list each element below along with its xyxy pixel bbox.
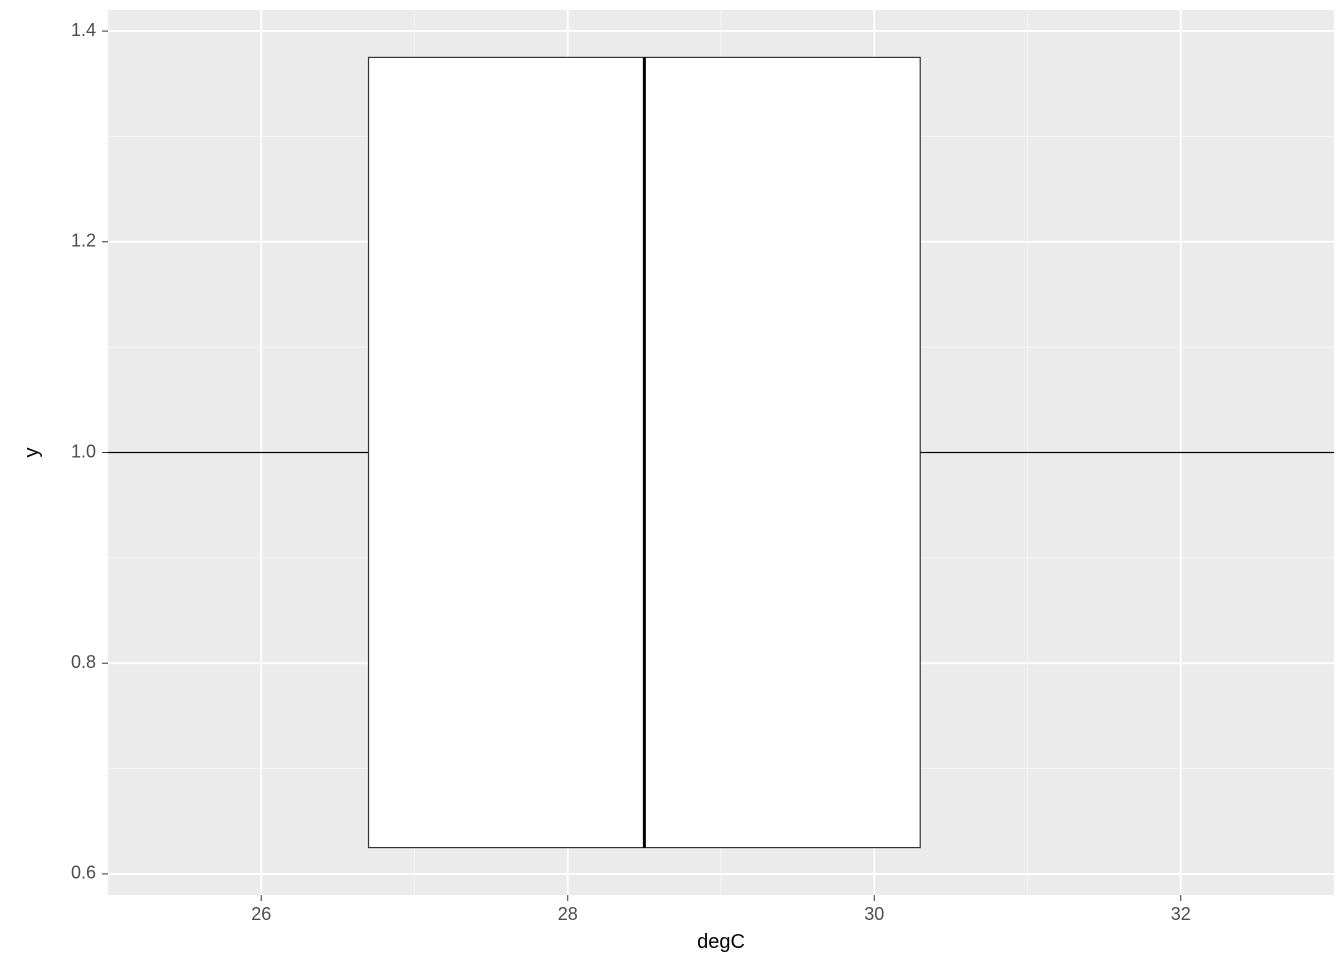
x-tick-label: 26 xyxy=(251,904,271,924)
y-axis-title: y xyxy=(21,448,43,458)
x-tick-label: 28 xyxy=(558,904,578,924)
y-tick-label: 1.0 xyxy=(71,441,96,461)
y-tick-label: 1.2 xyxy=(71,231,96,251)
x-tick-label: 32 xyxy=(1171,904,1191,924)
y-tick-label: 0.6 xyxy=(71,863,96,883)
x-axis-title: degC xyxy=(697,931,745,953)
y-tick-label: 1.4 xyxy=(71,20,96,40)
x-tick-label: 30 xyxy=(864,904,884,924)
y-tick-label: 0.8 xyxy=(71,652,96,672)
boxplot-chart: 26 28 30 32 0.6 0.8 1.0 1.2 1.4 degC y xyxy=(0,0,1344,960)
